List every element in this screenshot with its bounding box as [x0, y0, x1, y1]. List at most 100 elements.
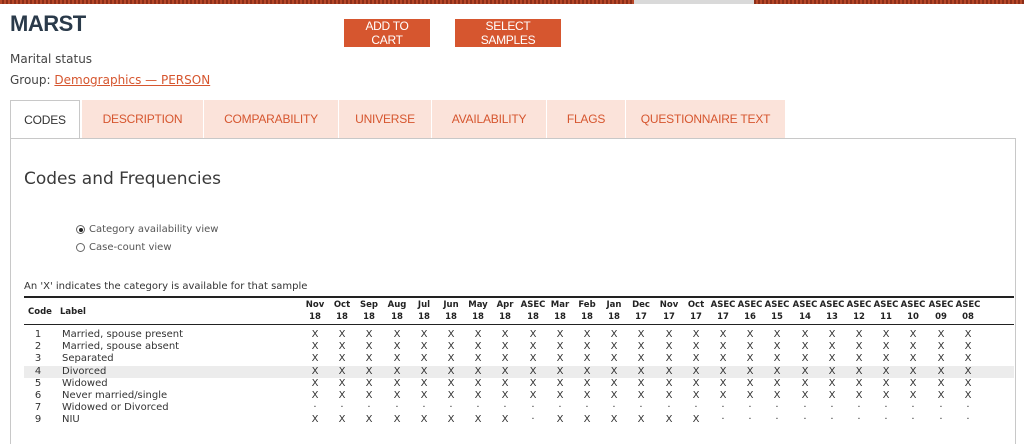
availability-cell: X	[746, 353, 754, 365]
table-header-rule	[24, 324, 1014, 325]
availability-cell: ·	[966, 402, 970, 414]
availability-cell: X	[773, 341, 781, 353]
availability-cell: X	[882, 341, 890, 353]
column-header-sample: Apr	[496, 300, 514, 310]
availability-cell: X	[447, 353, 455, 365]
column-header-sample-year: 18	[336, 312, 348, 322]
row-code: 3	[34, 353, 42, 365]
availability-cell: X	[637, 341, 645, 353]
availability-cell: X	[610, 414, 618, 426]
tab-universe[interactable]: UNIVERSE	[339, 100, 431, 138]
availability-cell: X	[719, 365, 727, 377]
column-header-sample: ASEC	[900, 300, 926, 310]
availability-cell: X	[882, 365, 890, 377]
availability-cell: ·	[911, 414, 915, 426]
availability-cell: X	[610, 390, 618, 401]
availability-cell: X	[365, 329, 373, 340]
availability-cell: X	[474, 329, 482, 340]
availability-cell: X	[773, 390, 781, 401]
availability-cell: X	[610, 365, 618, 377]
availability-cell: X	[665, 365, 673, 377]
column-header-sample: ASEC	[792, 300, 818, 310]
column-header-sample-year: 18	[581, 312, 593, 322]
select-samples-button[interactable]: SELECT SAMPLES	[455, 19, 561, 47]
availability-cell: X	[474, 341, 482, 353]
row-label: Married, spouse present	[62, 329, 184, 340]
availability-cell: X	[529, 390, 537, 401]
availability-cell: X	[365, 390, 373, 401]
column-header-label: Label	[60, 307, 86, 317]
availability-cell: X	[447, 414, 455, 426]
availability-cell: X	[964, 329, 972, 340]
availability-cell: X	[909, 390, 917, 401]
availability-cell: X	[964, 365, 972, 377]
availability-cell: X	[637, 353, 645, 365]
availability-cell: X	[529, 365, 537, 377]
codes-table: Code Label Nov 18 Oct 18 Sep 18 Aug 18 Jul 18 Jun 1…	[24, 296, 1014, 436]
availability-cell: X	[828, 329, 836, 340]
availability-cell: X	[474, 377, 482, 389]
availability-cell: X	[801, 365, 809, 377]
availability-cell: X	[665, 377, 673, 389]
tab-description[interactable]: DESCRIPTION	[82, 100, 203, 138]
tab-codes[interactable]: CODES	[10, 100, 80, 139]
availability-cell: ·	[721, 402, 725, 414]
availability-cell: X	[501, 329, 509, 340]
availability-cell: ·	[694, 402, 698, 414]
table-row: 6 Never married/single X X X X X X X X X X X X X X X X X X X…	[24, 390, 1014, 402]
availability-cell: X	[365, 377, 373, 389]
column-header-sample-year: 18	[391, 312, 403, 322]
view-option-category[interactable]: Category availability view	[76, 224, 218, 235]
tab-questionnaire-text[interactable]: QUESTIONNAIRE TEXT	[626, 100, 785, 138]
column-header-sample-year: 18	[309, 312, 321, 322]
availability-cell: X	[773, 377, 781, 389]
row-code: 7	[34, 402, 42, 414]
availability-cell: X	[583, 329, 591, 340]
group-link[interactable]: Demographics — PERSON	[54, 73, 210, 87]
radio-selected-icon[interactable]	[76, 225, 85, 234]
tab-comparability[interactable]: COMPARABILITY	[204, 100, 338, 138]
availability-cell: X	[964, 341, 972, 353]
availability-cell: X	[909, 353, 917, 365]
row-code: 5	[34, 377, 42, 389]
tab-availability[interactable]: AVAILABILITY	[432, 100, 546, 138]
availability-cell: X	[882, 353, 890, 365]
availability-cell: ·	[966, 414, 970, 426]
availability-cell: X	[529, 341, 537, 353]
radio-unselected-icon[interactable]	[76, 243, 85, 252]
availability-cell: X	[692, 341, 700, 353]
availability-cell: X	[801, 329, 809, 340]
availability-cell: X	[855, 377, 863, 389]
availability-cell: X	[937, 365, 945, 377]
availability-cell: X	[746, 365, 754, 377]
availability-cell: X	[773, 329, 781, 340]
availability-cell: X	[420, 341, 428, 353]
availability-cell: X	[311, 329, 319, 340]
availability-cell: X	[773, 353, 781, 365]
column-header-sample-year: 17	[690, 312, 702, 322]
availability-cell: X	[365, 341, 373, 353]
availability-cell: ·	[422, 402, 426, 414]
add-to-cart-button[interactable]: ADD TO CART	[344, 19, 430, 47]
column-header-sample: Oct	[687, 300, 705, 310]
view-option-case-count[interactable]: Case-count view	[76, 242, 172, 253]
availability-cell: X	[447, 365, 455, 377]
column-header-sample: Feb	[578, 300, 596, 310]
availability-cell: X	[365, 414, 373, 426]
availability-cell: ·	[857, 402, 861, 414]
availability-cell: X	[501, 365, 509, 377]
column-header-sample-year: 13	[826, 312, 838, 322]
availability-cell: X	[828, 353, 836, 365]
availability-cell: X	[501, 414, 509, 426]
view-option-label: Category availability view	[89, 224, 219, 235]
availability-cell: X	[583, 353, 591, 365]
availability-cell: X	[909, 365, 917, 377]
availability-cell: X	[719, 377, 727, 389]
tab-flags[interactable]: FLAGS	[547, 100, 625, 138]
availability-note: An 'X' indicates the category is availab…	[24, 281, 308, 292]
availability-cell: X	[964, 353, 972, 365]
table-row: 2 Married, spouse absent X X X X X X X X X X X X X X X X X…	[24, 341, 1014, 353]
availability-cell: X	[501, 390, 509, 401]
column-header-sample: ASEC	[710, 300, 736, 310]
availability-cell: X	[393, 341, 401, 353]
